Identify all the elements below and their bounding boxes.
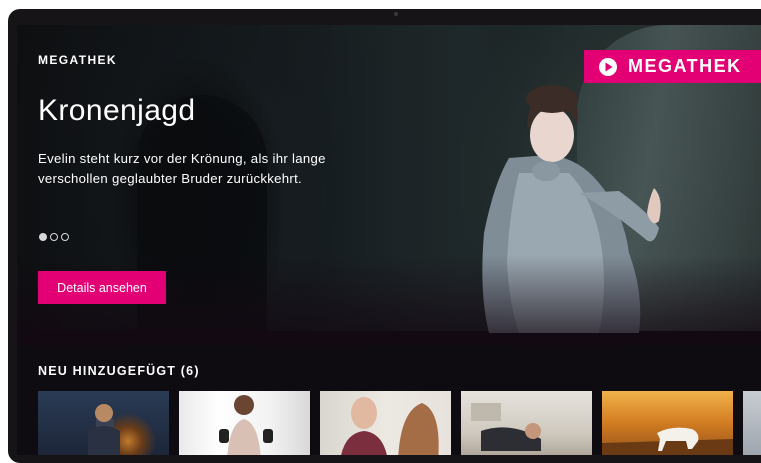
play-logo-icon <box>599 57 617 76</box>
tile-2-artwork <box>219 395 273 455</box>
tile-4-artwork <box>471 403 541 451</box>
carousel-indicator <box>39 233 69 241</box>
content-rail <box>38 391 761 455</box>
carousel-dot-3[interactable] <box>61 233 69 241</box>
hero-description: Evelin steht kurz vor der Krönung, als i… <box>38 151 326 186</box>
camera-dot <box>394 12 398 16</box>
rail-tile-5[interactable] <box>602 391 733 455</box>
rail-tile-3[interactable] <box>320 391 451 455</box>
hero-title: Kronenjagd <box>38 94 196 127</box>
megathek-label: MEGATHEK <box>38 53 117 67</box>
megathek-badge-text: MEGATHEK <box>628 56 742 76</box>
rail-tile-6[interactable] <box>743 391 761 455</box>
rail-tile-1[interactable] <box>38 391 169 455</box>
carousel-dot-1[interactable] <box>39 233 47 241</box>
rail-tile-4[interactable] <box>461 391 592 455</box>
tile-3-artwork <box>341 397 439 455</box>
details-button[interactable]: Details ansehen <box>38 271 166 304</box>
rail-tile-2[interactable] <box>179 391 310 455</box>
tv-frame: MEGATHEK MEGATHEK Kronenjagd Evelin steh… <box>8 9 761 463</box>
tile-1-artwork <box>88 404 120 455</box>
tile-5-artwork <box>602 427 733 455</box>
tv-screen: MEGATHEK MEGATHEK Kronenjagd Evelin steh… <box>17 25 761 455</box>
rail-title: NEU HINZUGEFÜGT (6) <box>38 364 200 378</box>
carousel-dot-2[interactable] <box>50 233 58 241</box>
megathek-badge: MEGATHEK <box>584 50 761 83</box>
